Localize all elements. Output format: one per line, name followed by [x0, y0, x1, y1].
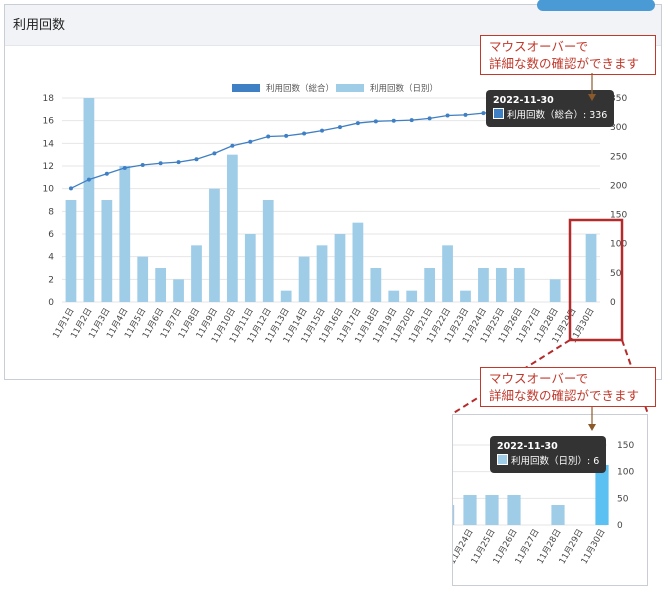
- bar[interactable]: [370, 268, 382, 302]
- y-left-tick: 16: [43, 117, 55, 127]
- line-point[interactable]: [391, 118, 396, 123]
- bar[interactable]: [478, 268, 489, 302]
- legend-label-daily[interactable]: 利用回数（日別）: [370, 83, 438, 94]
- line-point[interactable]: [194, 157, 199, 162]
- zoom-y-tick: 150: [617, 441, 634, 451]
- zoom-bar[interactable]: [507, 495, 521, 525]
- y-right-tick: 100: [610, 240, 627, 250]
- zoom-bar[interactable]: [463, 495, 477, 525]
- line-point[interactable]: [230, 143, 235, 148]
- line-point[interactable]: [373, 119, 378, 124]
- bar[interactable]: [65, 200, 77, 302]
- bar[interactable]: [495, 268, 507, 302]
- line-point[interactable]: [445, 113, 450, 118]
- zoom-bar[interactable]: [595, 465, 609, 525]
- y-right-tick: 150: [610, 211, 627, 221]
- callout-bottom-text: マウスオーバーで 詳細な数の確認ができます: [489, 371, 640, 403]
- bar[interactable]: [352, 222, 364, 302]
- tooltip-daily-label: 利用回数（日別）: 6: [511, 456, 600, 467]
- bar[interactable]: [137, 256, 149, 302]
- bar[interactable]: [549, 279, 561, 302]
- zoom-y-tick: 50: [617, 494, 629, 504]
- callout-bottom: マウスオーバーで 詳細な数の確認ができます: [480, 367, 656, 407]
- line-point[interactable]: [122, 165, 127, 170]
- line-point[interactable]: [409, 118, 414, 123]
- bar[interactable]: [513, 268, 525, 302]
- line-point[interactable]: [140, 163, 145, 168]
- tooltip-total: 2022-11-30 利用回数（総合）: 336: [486, 90, 615, 127]
- line-point[interactable]: [158, 161, 163, 166]
- y-right-tick: 200: [610, 181, 627, 191]
- callout-top: マウスオーバーで 詳細な数の確認ができます: [480, 35, 656, 75]
- bar[interactable]: [334, 234, 346, 302]
- y-left-tick: 12: [43, 162, 54, 172]
- tooltip-daily: 2022-11-30 利用回数（日別）: 6: [490, 436, 607, 473]
- zoom-bar-partial: [453, 505, 455, 525]
- zoom-y-tick: 100: [617, 468, 634, 478]
- line-point[interactable]: [104, 171, 109, 176]
- zoom-y-tick: 0: [617, 521, 623, 531]
- line-point[interactable]: [481, 111, 486, 116]
- y-left-tick: 8: [48, 207, 54, 217]
- bar[interactable]: [191, 245, 202, 302]
- line-point[interactable]: [176, 160, 181, 165]
- zoom-bar[interactable]: [485, 495, 499, 525]
- line-point[interactable]: [302, 131, 307, 136]
- bar[interactable]: [316, 245, 328, 302]
- line-point[interactable]: [248, 139, 253, 144]
- bar[interactable]: [280, 290, 292, 302]
- line-point[interactable]: [337, 125, 342, 130]
- bar[interactable]: [244, 234, 256, 302]
- y-left-tick: 18: [43, 94, 55, 104]
- tooltip-daily-swatch: [497, 454, 508, 465]
- bar[interactable]: [298, 256, 310, 302]
- y-right-tick: 250: [610, 152, 627, 162]
- line-point[interactable]: [320, 128, 325, 133]
- bar[interactable]: [585, 234, 597, 302]
- y-left-tick: 14: [43, 139, 55, 149]
- bar[interactable]: [119, 166, 131, 302]
- line-point[interactable]: [355, 121, 360, 126]
- line-point[interactable]: [86, 177, 91, 182]
- bar[interactable]: [209, 188, 220, 302]
- bar[interactable]: [173, 279, 184, 302]
- y-left-tick: 4: [48, 253, 54, 263]
- y-right-tick: 0: [610, 298, 616, 308]
- callout-top-text: マウスオーバーで 詳細な数の確認ができます: [489, 39, 640, 71]
- bar[interactable]: [262, 200, 274, 302]
- bar[interactable]: [442, 245, 453, 302]
- line-point[interactable]: [463, 112, 468, 117]
- y-left-tick: 2: [48, 275, 54, 285]
- bar[interactable]: [424, 268, 436, 302]
- y-left-tick: 0: [48, 298, 54, 308]
- y-left-tick: 10: [43, 185, 55, 195]
- tooltip-daily-date: 2022-11-30: [497, 441, 558, 452]
- bar[interactable]: [460, 290, 471, 302]
- zoom-bar[interactable]: [551, 505, 565, 525]
- line-point[interactable]: [427, 116, 432, 121]
- bar[interactable]: [155, 268, 167, 302]
- bar[interactable]: [101, 200, 113, 302]
- line-point[interactable]: [212, 151, 217, 156]
- line-point[interactable]: [68, 186, 73, 191]
- bar[interactable]: [388, 290, 400, 302]
- bar[interactable]: [226, 154, 238, 302]
- tooltip-total-date: 2022-11-30: [493, 95, 554, 106]
- line-point[interactable]: [266, 134, 271, 139]
- bar[interactable]: [406, 290, 418, 302]
- tooltip-total-swatch: [493, 108, 504, 119]
- y-right-tick: 50: [610, 269, 622, 279]
- legend-label-total[interactable]: 利用回数（総合）: [266, 83, 334, 94]
- bar[interactable]: [83, 98, 95, 302]
- legend-swatch-total: [232, 84, 260, 92]
- line-point[interactable]: [284, 133, 289, 138]
- tooltip-total-label: 利用回数（総合）: 336: [507, 110, 608, 121]
- y-left-tick: 6: [48, 230, 54, 240]
- legend-swatch-daily: [336, 84, 364, 92]
